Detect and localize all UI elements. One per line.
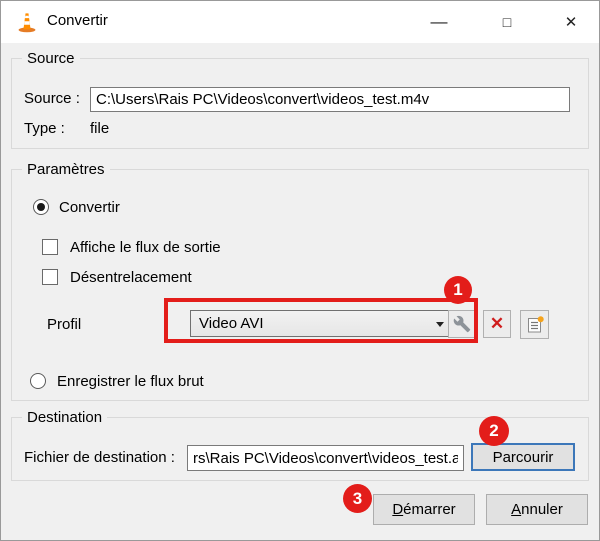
source-path-input[interactable] bbox=[90, 87, 570, 112]
cancel-button[interactable]: Annuler bbox=[486, 494, 588, 525]
minimize-icon: — bbox=[430, 12, 448, 31]
cancel-button-label: Annuler bbox=[511, 501, 563, 518]
profile-label: Profil bbox=[47, 316, 82, 333]
start-button-label: Démarrer bbox=[392, 501, 456, 518]
close-icon: ✕ bbox=[564, 14, 578, 31]
source-group-title: Source bbox=[22, 50, 80, 67]
profile-list-icon bbox=[527, 315, 544, 332]
vlc-cone-icon bbox=[18, 13, 36, 33]
browse-button[interactable]: Parcourir bbox=[471, 443, 575, 471]
start-button[interactable]: Démarrer bbox=[373, 494, 475, 525]
source-group: Source Source : Type : file bbox=[11, 50, 589, 149]
close-button[interactable]: ✕ bbox=[549, 1, 593, 43]
destination-group-title: Destination bbox=[22, 409, 108, 426]
parameters-group: Paramètres Convertir Affiche le flux de … bbox=[11, 161, 589, 401]
annotation-step-2: 2 bbox=[479, 416, 509, 446]
maximize-icon: □ bbox=[502, 14, 512, 30]
convert-radio-label: Convertir bbox=[59, 199, 120, 216]
destination-file-input[interactable] bbox=[187, 445, 464, 471]
convert-radio[interactable] bbox=[33, 199, 49, 215]
raw-stream-radio[interactable] bbox=[30, 373, 46, 389]
window-title: Convertir bbox=[47, 12, 108, 29]
type-value: file bbox=[90, 120, 110, 137]
destination-file-label: Fichier de destination : bbox=[24, 449, 175, 466]
new-profile-button[interactable] bbox=[520, 310, 549, 339]
delete-profile-button[interactable]: ✕ bbox=[483, 310, 511, 338]
annotation-step-3: 3 bbox=[343, 484, 372, 513]
parameters-group-title: Paramètres bbox=[22, 161, 110, 178]
convert-dialog: Convertir — □ ✕ Source Source : Type : f… bbox=[0, 0, 600, 541]
deinterlace-label: Désentrelacement bbox=[70, 269, 192, 286]
type-label: Type : bbox=[24, 120, 65, 137]
minimize-button[interactable]: — bbox=[417, 1, 461, 43]
maximize-button[interactable]: □ bbox=[485, 1, 529, 43]
raw-stream-radio-label: Enregistrer le flux brut bbox=[57, 373, 204, 390]
titlebar: Convertir — □ ✕ bbox=[1, 1, 599, 43]
source-label: Source : bbox=[24, 90, 80, 107]
display-output-label: Affiche le flux de sortie bbox=[70, 239, 221, 256]
delete-icon: ✕ bbox=[489, 314, 505, 333]
deinterlace-checkbox[interactable] bbox=[42, 269, 58, 285]
annotation-step-1: 1 bbox=[444, 276, 472, 304]
display-output-checkbox[interactable] bbox=[42, 239, 58, 255]
browse-button-label: Parcourir bbox=[492, 448, 554, 466]
annotation-highlight-box bbox=[164, 298, 478, 343]
